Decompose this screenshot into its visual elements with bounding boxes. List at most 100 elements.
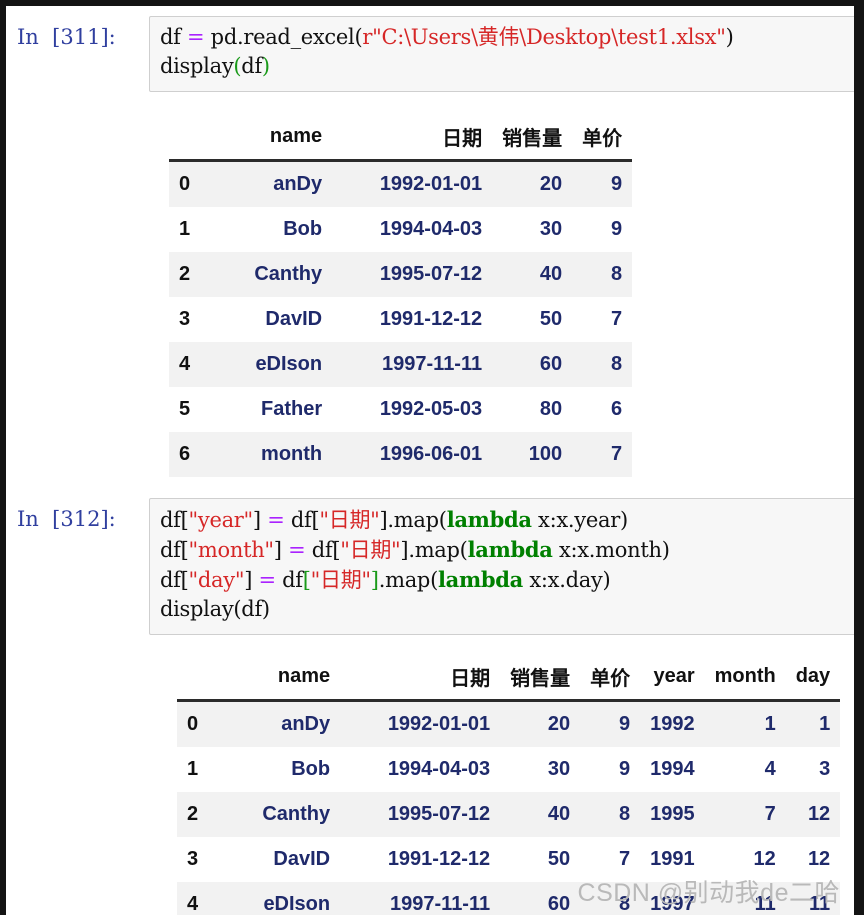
code-token-open-paren: (: [438, 508, 447, 532]
row-index: 3: [179, 308, 191, 330]
cell-month: 4: [764, 758, 776, 780]
cell-qty: 30: [547, 758, 571, 780]
cell-price: 9: [611, 218, 623, 240]
cell-year: 1991: [650, 848, 695, 870]
dataframe-1-head: name 日期 销售量 单价: [169, 118, 633, 161]
cell-month: 11: [754, 893, 776, 915]
code-token-map: .map: [387, 508, 439, 532]
code-token-equals: =: [187, 25, 205, 49]
dataframe-2-col-day: day: [785, 658, 841, 701]
cell-day: 11: [809, 893, 831, 915]
cell-day: 1: [819, 713, 831, 735]
code-token-lambda-body: x:x.month: [552, 538, 662, 562]
code-token-close-paren: ): [619, 508, 628, 532]
cell-price: 6: [611, 398, 623, 420]
code-token-df-src: df: [290, 508, 312, 532]
code-token-df: df: [160, 538, 181, 562]
cell-qty: 50: [547, 848, 571, 870]
dataframe-2-col-qty: 销售量: [500, 658, 581, 701]
code-token-map: .map: [378, 568, 431, 592]
cell-date: 1997-11-11: [382, 353, 483, 375]
code-token-close-bracket: ]: [252, 508, 261, 532]
code-token-lambda-body: x:x.year: [531, 508, 620, 532]
dataframe-2-col-month: month: [704, 658, 786, 701]
table-row: 1 Bob 1994-04-03 30 9 1994 4 3: [177, 747, 841, 792]
cell-name: anDy: [273, 173, 323, 195]
code-cell-312[interactable]: In [312]: df["year"] = df["日期"].map(lamb…: [9, 498, 854, 635]
code-token-open-paren: (: [459, 538, 468, 562]
cell-date: 1992-01-01: [379, 173, 483, 195]
cell-price: 9: [611, 173, 623, 195]
row-index: 5: [179, 398, 191, 420]
cell-day: 3: [819, 758, 831, 780]
code-line-4: display(df): [160, 595, 850, 624]
code-token-read-excel: pd.read_excel: [204, 25, 355, 49]
cell-qty: 50: [539, 308, 563, 330]
code-cell-311[interactable]: In [311]: df = pd.read_excel(r"C:\Users\…: [9, 16, 854, 92]
code-token-open-bracket: [: [180, 508, 189, 532]
cell-date: 1991-12-12: [387, 848, 491, 870]
cell-date: 1995-07-12: [387, 803, 491, 825]
dataframe-1-header-row: name 日期 销售量 单价: [169, 118, 633, 161]
table-row: 3 DavID 1991-12-12 50 7: [169, 297, 633, 342]
dataframe-1-col-price: 单价: [572, 118, 633, 161]
row-index: 1: [179, 218, 191, 240]
cell-name: eDIson: [255, 353, 323, 375]
code-token-df-arg: df: [241, 597, 262, 621]
cell-price: 9: [619, 713, 631, 735]
dataframe-output-2: name 日期 销售量 单价 year month day 0 anDy 199…: [177, 658, 841, 915]
cell-date: 1996-06-01: [379, 443, 483, 465]
table-row: 4 eDIson 1997-11-11 60 8 1997 11 11: [177, 882, 841, 915]
cell-name: month: [261, 443, 323, 465]
row-index: 4: [179, 353, 191, 375]
code-line-2: df["month"] = df["日期"].map(lambda x:x.mo…: [160, 535, 850, 565]
dataframe-2-col-date: 日期: [340, 658, 501, 701]
table-row: 6 month 1996-06-01 100 7: [169, 432, 633, 477]
dataframe-1-body: 0 anDy 1992-01-01 20 9 1 Bob 1994-04-03 …: [169, 160, 633, 477]
code-token-lambda-keyword: lambda: [467, 537, 553, 562]
cell-qty: 60: [547, 893, 571, 915]
code-token-equals: =: [281, 538, 312, 562]
cell-qty: 20: [547, 713, 571, 735]
cell-price: 7: [611, 308, 623, 330]
table-row: 0 anDy 1992-01-01 20 9 1992 1 1: [177, 700, 841, 747]
code-token-key-string: "day": [188, 568, 245, 592]
row-index: 3: [187, 848, 199, 870]
code-token-display: display: [160, 54, 234, 78]
dataframe-2-col-year: year: [640, 658, 705, 701]
cell-date: 1995-07-12: [379, 263, 483, 285]
cell-date: 1997-11-11: [390, 893, 491, 915]
code-token-equals: =: [260, 508, 291, 532]
code-token-close-bracket-2: ]: [370, 568, 379, 592]
code-token-open-bracket: [: [180, 538, 189, 562]
code-token-date-string: "日期": [340, 538, 401, 562]
cell-price: 9: [619, 758, 631, 780]
cell-year: 1997: [650, 893, 695, 915]
code-token-display: display: [160, 597, 234, 621]
cell-year: 1995: [650, 803, 695, 825]
code-input-312[interactable]: df["year"] = df["日期"].map(lambda x:x.yea…: [149, 498, 854, 635]
cell-year: 1992: [650, 713, 695, 735]
code-token-df-src: df: [282, 568, 303, 592]
row-index: 2: [187, 803, 199, 825]
cell-qty: 20: [539, 173, 563, 195]
dataframe-table-1: name 日期 销售量 单价 0 anDy 1992-01-01 20 9 1 …: [169, 118, 633, 477]
code-token-lambda-body: x:x.day: [522, 568, 603, 592]
dataframe-1-col-date: 日期: [332, 118, 493, 161]
cell-qty: 60: [539, 353, 563, 375]
code-input-311[interactable]: df = pd.read_excel(r"C:\Users\黄伟\Desktop…: [149, 16, 854, 92]
dataframe-2-col-name: name: [202, 658, 341, 701]
cell-prompt-312: In [312]:: [17, 507, 116, 531]
cell-name: Canthy: [262, 803, 331, 825]
cell-prompt-311: In [311]:: [17, 25, 116, 49]
code-token-lambda-keyword: lambda: [446, 507, 532, 532]
code-token-close-bracket: ]: [244, 568, 253, 592]
code-line-1: df["year"] = df["日期"].map(lambda x:x.yea…: [160, 505, 850, 535]
row-index: 1: [187, 758, 199, 780]
cell-qty: 30: [539, 218, 563, 240]
table-row: 5 Father 1992-05-03 80 6: [169, 387, 633, 432]
code-token-open-paren: (: [430, 568, 438, 592]
cell-qty: 80: [539, 398, 563, 420]
cell-price: 8: [619, 803, 631, 825]
code-line-1: df = pd.read_excel(r"C:\Users\黄伟\Desktop…: [160, 23, 850, 52]
